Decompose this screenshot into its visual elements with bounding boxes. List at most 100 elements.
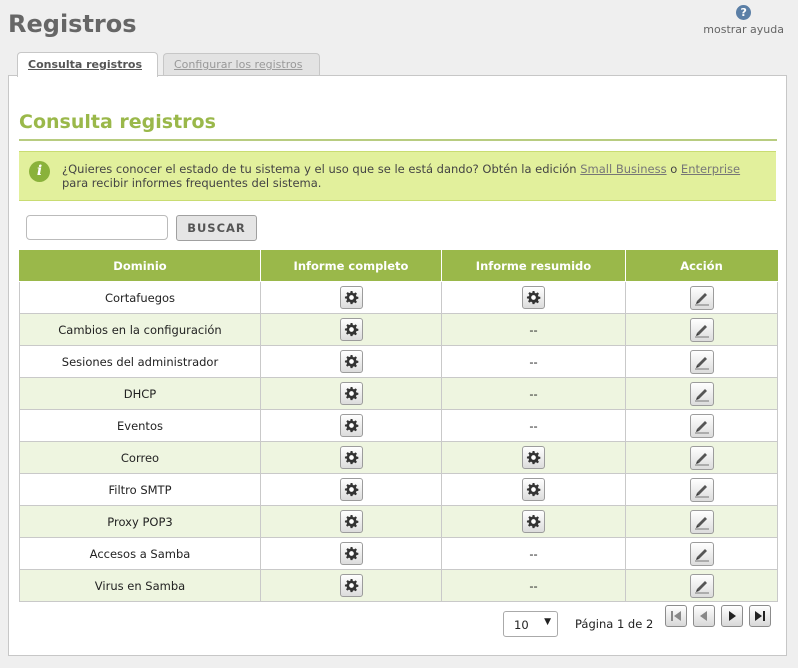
help-label: mostrar ayuda xyxy=(703,23,784,36)
action-cell xyxy=(625,537,778,570)
summary-report-button[interactable] xyxy=(522,286,545,309)
first-page-button[interactable] xyxy=(665,605,687,627)
full-report-button[interactable] xyxy=(339,510,363,533)
gear-icon xyxy=(344,450,358,465)
domain-cell: Correo xyxy=(19,441,261,474)
action-cell xyxy=(625,473,778,506)
full-report-cell xyxy=(260,441,442,474)
search-input[interactable] xyxy=(26,215,168,240)
table-row: Accesos a Samba -- xyxy=(19,537,778,570)
edit-button[interactable] xyxy=(689,445,714,470)
enterprise-link[interactable]: Enterprise xyxy=(681,162,740,176)
domain-cell: Virus en Samba xyxy=(19,569,261,602)
summary-report-cell: -- xyxy=(441,313,626,346)
full-report-cell xyxy=(260,313,442,346)
full-report-button[interactable] xyxy=(339,382,363,405)
summary-report-cell: -- xyxy=(441,409,626,442)
pencil-icon xyxy=(694,548,709,561)
gear-icon xyxy=(526,290,541,305)
next-page-icon xyxy=(729,611,736,621)
domain-cell: Cortafuegos xyxy=(19,281,261,314)
tab-configurar-registros[interactable]: Configurar los registros xyxy=(163,53,320,75)
gear-icon xyxy=(344,418,358,433)
page-title: Registros xyxy=(8,10,137,38)
edit-button[interactable] xyxy=(689,573,714,598)
gear-icon xyxy=(344,290,358,305)
pencil-icon xyxy=(694,420,709,433)
full-report-button[interactable] xyxy=(339,574,363,597)
full-report-button[interactable] xyxy=(339,286,363,309)
previous-page-icon xyxy=(700,611,707,621)
domain-cell: DHCP xyxy=(19,377,261,410)
pencil-icon xyxy=(694,324,709,337)
column-header-informe-resumido: Informe resumido xyxy=(441,250,626,282)
pencil-icon xyxy=(694,292,709,305)
domain-cell: Filtro SMTP xyxy=(19,473,261,506)
gear-icon xyxy=(344,354,358,369)
action-cell xyxy=(625,441,778,474)
edit-button[interactable] xyxy=(689,381,714,406)
gear-icon xyxy=(526,450,541,465)
page-size-select[interactable]: 10 ▼ xyxy=(503,611,558,637)
action-cell xyxy=(625,505,778,538)
domain-cell: Sesiones del administrador xyxy=(19,345,261,378)
full-report-button[interactable] xyxy=(339,350,363,373)
pencil-icon xyxy=(694,516,709,529)
edit-button[interactable] xyxy=(689,317,714,342)
gear-icon xyxy=(526,514,541,529)
gear-icon xyxy=(344,322,358,337)
full-report-cell xyxy=(260,537,442,570)
pencil-icon xyxy=(694,452,709,465)
action-cell xyxy=(625,313,778,346)
full-report-button[interactable] xyxy=(339,446,363,469)
table-header-row: Dominio Informe completo Informe resumid… xyxy=(19,250,778,282)
logs-table: Dominio Informe completo Informe resumid… xyxy=(19,250,778,602)
summary-report-cell xyxy=(441,505,626,538)
content-panel: Consulta registros i ¿Quieres conocer el… xyxy=(8,75,787,656)
domain-cell: Cambios en la configuración xyxy=(19,313,261,346)
full-report-cell xyxy=(260,281,442,314)
full-report-button[interactable] xyxy=(339,414,363,437)
table-row: DHCP -- xyxy=(19,377,778,410)
summary-report-button[interactable] xyxy=(522,510,545,533)
edit-button[interactable] xyxy=(689,413,714,438)
gear-icon xyxy=(344,578,358,593)
edit-button[interactable] xyxy=(689,285,714,310)
edit-button[interactable] xyxy=(689,541,714,566)
full-report-button[interactable] xyxy=(339,542,363,565)
full-report-button[interactable] xyxy=(339,478,363,501)
full-report-cell xyxy=(260,473,442,506)
table-row: Filtro SMTP xyxy=(19,473,778,506)
info-note: i ¿Quieres conocer el estado de tu siste… xyxy=(19,151,776,201)
help-link[interactable]: ? mostrar ayuda xyxy=(703,5,784,36)
edit-button[interactable] xyxy=(689,477,714,502)
edit-button[interactable] xyxy=(689,509,714,534)
full-report-cell xyxy=(260,409,442,442)
action-cell xyxy=(625,281,778,314)
table-row: Correo xyxy=(19,441,778,474)
search-button[interactable]: BUSCAR xyxy=(176,215,257,241)
summary-report-cell xyxy=(441,281,626,314)
full-report-button[interactable] xyxy=(339,318,363,341)
gear-icon xyxy=(344,546,358,561)
tab-consulta-registros[interactable]: Consulta registros xyxy=(17,52,158,77)
action-cell xyxy=(625,377,778,410)
edit-button[interactable] xyxy=(689,349,714,374)
pencil-icon xyxy=(694,388,709,401)
next-page-button[interactable] xyxy=(721,605,743,627)
page-info: Página 1 de 2 xyxy=(575,617,654,631)
previous-page-button[interactable] xyxy=(693,605,715,627)
table-row: Cortafuegos xyxy=(19,281,778,314)
action-cell xyxy=(625,569,778,602)
action-cell xyxy=(625,409,778,442)
summary-report-cell: -- xyxy=(441,569,626,602)
summary-report-button[interactable] xyxy=(522,446,545,469)
first-page-icon xyxy=(671,611,681,621)
last-page-button[interactable] xyxy=(749,605,771,627)
small-business-link[interactable]: Small Business xyxy=(580,162,666,176)
table-row: Cambios en la configuración -- xyxy=(19,313,778,346)
summary-report-cell xyxy=(441,473,626,506)
gear-icon xyxy=(344,386,358,401)
summary-report-button[interactable] xyxy=(522,478,545,501)
table-row: Sesiones del administrador -- xyxy=(19,345,778,378)
